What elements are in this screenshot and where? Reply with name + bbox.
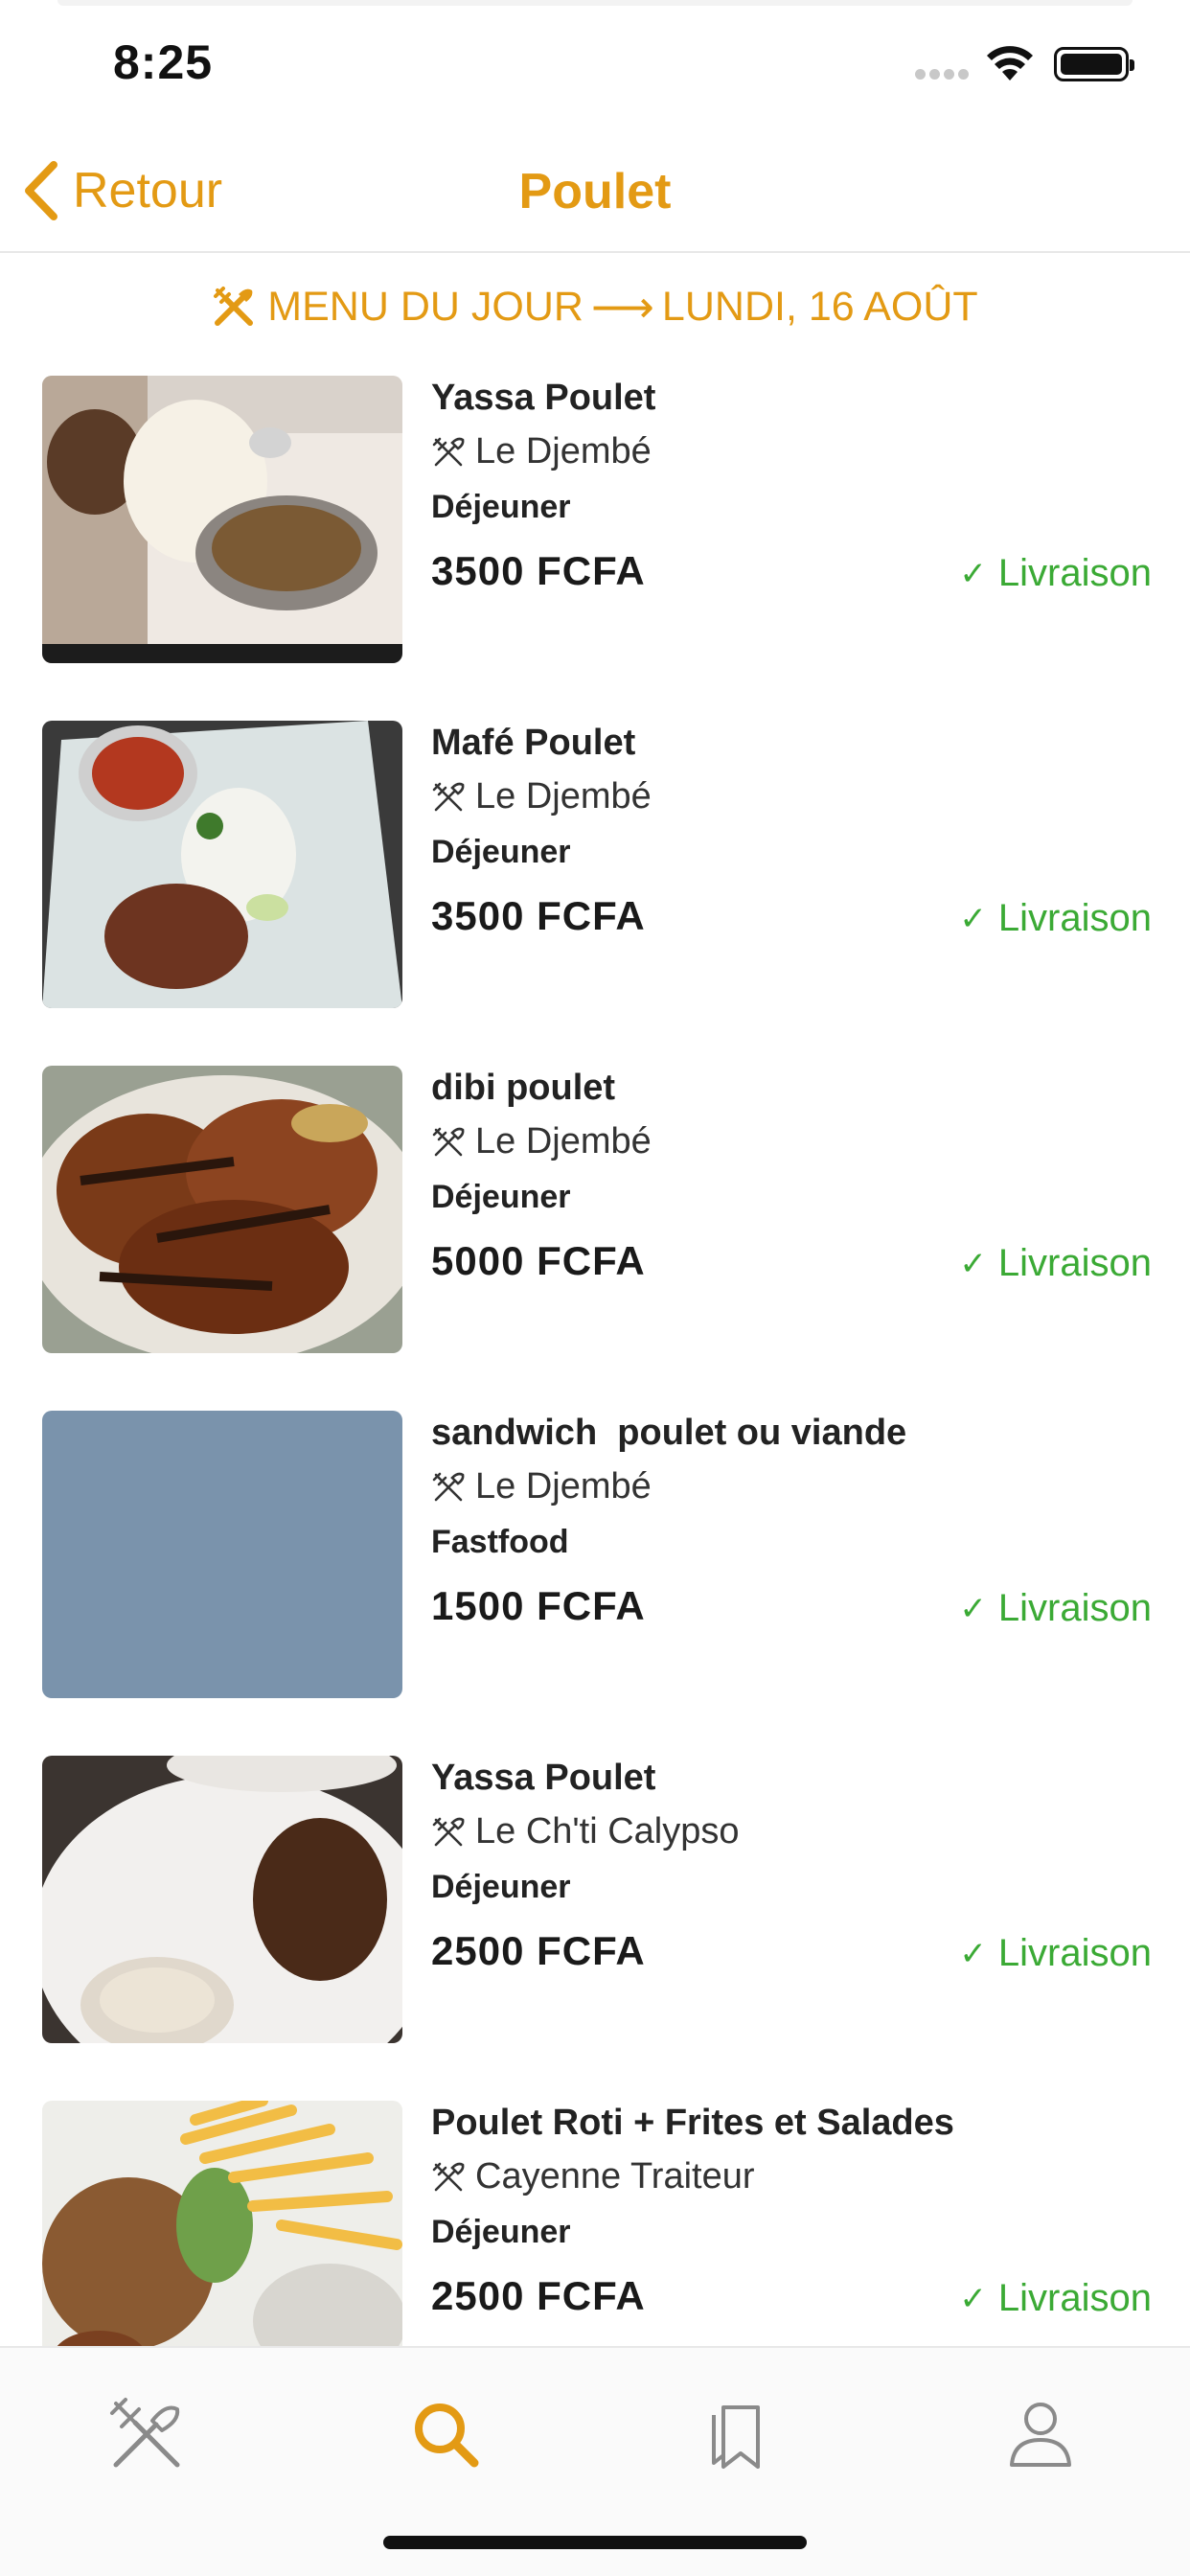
- meal-type: Déjeuner: [431, 1179, 571, 1215]
- delivery-status: ✓ Livraison: [959, 2277, 1152, 2320]
- status-top-line: [57, 0, 1133, 6]
- dish-photo: [42, 721, 402, 1008]
- bookmarks-icon: [712, 2405, 760, 2469]
- dish-row[interactable]: sandwich poulet ou viande Le Djembé Fast…: [0, 1411, 1190, 1698]
- dish-name: Yassa Poulet: [431, 1758, 656, 1798]
- utensils-icon: [432, 1127, 465, 1156]
- utensils-icon: [432, 1817, 465, 1846]
- cellular-signal-icon: [915, 69, 971, 82]
- page-title: Poulet: [518, 164, 672, 219]
- status-bar: 8:25: [0, 0, 1190, 126]
- dish-price: 3500 FCFA: [431, 893, 646, 938]
- profile-icon: [1010, 2403, 1071, 2467]
- delivery-status: ✓ Livraison: [959, 1932, 1152, 1975]
- restaurant-name: Le Djembé: [431, 776, 652, 817]
- dish-photo: [42, 1066, 402, 1353]
- dish-price: 3500 FCFA: [431, 548, 646, 593]
- meal-type: Déjeuner: [431, 834, 571, 870]
- home-indicator: [383, 2536, 807, 2549]
- utensils-icon: [432, 782, 465, 811]
- delivery-label: Livraison: [997, 1932, 1152, 1974]
- dish-photo: [42, 1756, 402, 2043]
- battery-icon: [1054, 47, 1134, 81]
- meal-type: Déjeuner: [431, 2214, 571, 2250]
- utensils-icon: [432, 2162, 465, 2191]
- dish-list[interactable]: Yassa Poulet Le Djembé Déjeuner 3500 FCF…: [0, 376, 1190, 2346]
- dish-price: 5000 FCFA: [431, 1238, 646, 1283]
- dish-row[interactable]: Poulet Roti + Frites et Salades Cayenne …: [0, 2101, 1190, 2346]
- delivery-label: Livraison: [997, 2277, 1152, 2319]
- meal-type: Fastfood: [431, 1524, 569, 1560]
- arrow-right-icon: ⟶: [590, 282, 654, 332]
- dish-name: Poulet Roti + Frites et Salades: [431, 2103, 954, 2143]
- utensils-crossed-icon: [214, 287, 254, 326]
- checkmark-icon: ✓: [959, 2280, 987, 2317]
- dish-price: 1500 FCFA: [431, 1583, 646, 1628]
- tab-menu[interactable]: [108, 2396, 185, 2472]
- restaurant-label: Le Djembé: [475, 1121, 652, 1162]
- dish-photo-placeholder: [42, 1411, 402, 1698]
- checkmark-icon: ✓: [959, 555, 987, 592]
- status-time: 8:25: [113, 35, 214, 89]
- checkmark-icon: ✓: [959, 1935, 987, 1972]
- restaurant-name: Cayenne Traiteur: [431, 2156, 755, 2197]
- restaurant-label: Le Djembé: [475, 776, 652, 816]
- utensils-icon: [110, 2398, 180, 2468]
- tab-profile[interactable]: [1002, 2396, 1079, 2472]
- dish-row[interactable]: Yassa Poulet Le Ch'ti Calypso Déjeuner 2…: [0, 1756, 1190, 2043]
- dish-row[interactable]: Yassa Poulet Le Djembé Déjeuner 3500 FCF…: [0, 376, 1190, 663]
- navigation-bar: Retour Poulet: [0, 126, 1190, 253]
- search-icon: [415, 2404, 479, 2468]
- delivery-label: Livraison: [997, 1242, 1152, 1284]
- wifi-icon: [987, 46, 1033, 80]
- delivery-status: ✓ Livraison: [959, 897, 1152, 940]
- checkmark-icon: ✓: [959, 1590, 987, 1627]
- dish-name: dibi poulet: [431, 1068, 616, 1108]
- dish-name: sandwich poulet ou viande: [431, 1413, 907, 1453]
- dish-price: 2500 FCFA: [431, 2273, 646, 2318]
- delivery-label: Livraison: [997, 897, 1152, 939]
- meal-type: Déjeuner: [431, 1869, 571, 1905]
- delivery-status: ✓ Livraison: [959, 1242, 1152, 1285]
- dish-photo: [42, 2101, 402, 2346]
- utensils-icon: [432, 1472, 465, 1501]
- restaurant-label: Le Djembé: [475, 431, 652, 472]
- dish-row[interactable]: dibi poulet Le Djembé Déjeuner 5000 FCFA…: [0, 1066, 1190, 1353]
- restaurant-name: Le Djembé: [431, 1121, 652, 1162]
- dish-name: Mafé Poulet: [431, 723, 636, 763]
- utensils-icon: [432, 437, 465, 466]
- dish-name: Yassa Poulet: [431, 378, 656, 418]
- restaurant-name: Le Djembé: [431, 431, 652, 472]
- restaurant-label: Le Djembé: [475, 1466, 652, 1506]
- delivery-label: Livraison: [997, 552, 1152, 594]
- tab-search[interactable]: [407, 2396, 484, 2472]
- section-date: LUNDI, 16 AOÛT: [661, 283, 978, 330]
- menu-du-jour-header: MENU DU JOUR ⟶ LUNDI, 16 AOÛT: [0, 278, 1190, 335]
- restaurant-label: Cayenne Traiteur: [475, 2156, 755, 2196]
- restaurant-name: Le Ch'ti Calypso: [431, 1811, 740, 1852]
- restaurant-name: Le Djembé: [431, 1466, 652, 1507]
- dish-price: 2500 FCFA: [431, 1928, 646, 1973]
- checkmark-icon: ✓: [959, 900, 987, 937]
- dish-photo: [42, 376, 402, 663]
- delivery-status: ✓ Livraison: [959, 1587, 1152, 1630]
- meal-type: Déjeuner: [431, 489, 571, 525]
- delivery-status: ✓ Livraison: [959, 552, 1152, 595]
- delivery-label: Livraison: [997, 1587, 1152, 1629]
- section-prefix: MENU DU JOUR: [267, 283, 584, 330]
- checkmark-icon: ✓: [959, 1245, 987, 1282]
- tab-bookmarks[interactable]: [702, 2396, 779, 2472]
- dish-row[interactable]: Mafé Poulet Le Djembé Déjeuner 3500 FCFA…: [0, 721, 1190, 1008]
- restaurant-label: Le Ch'ti Calypso: [475, 1811, 740, 1852]
